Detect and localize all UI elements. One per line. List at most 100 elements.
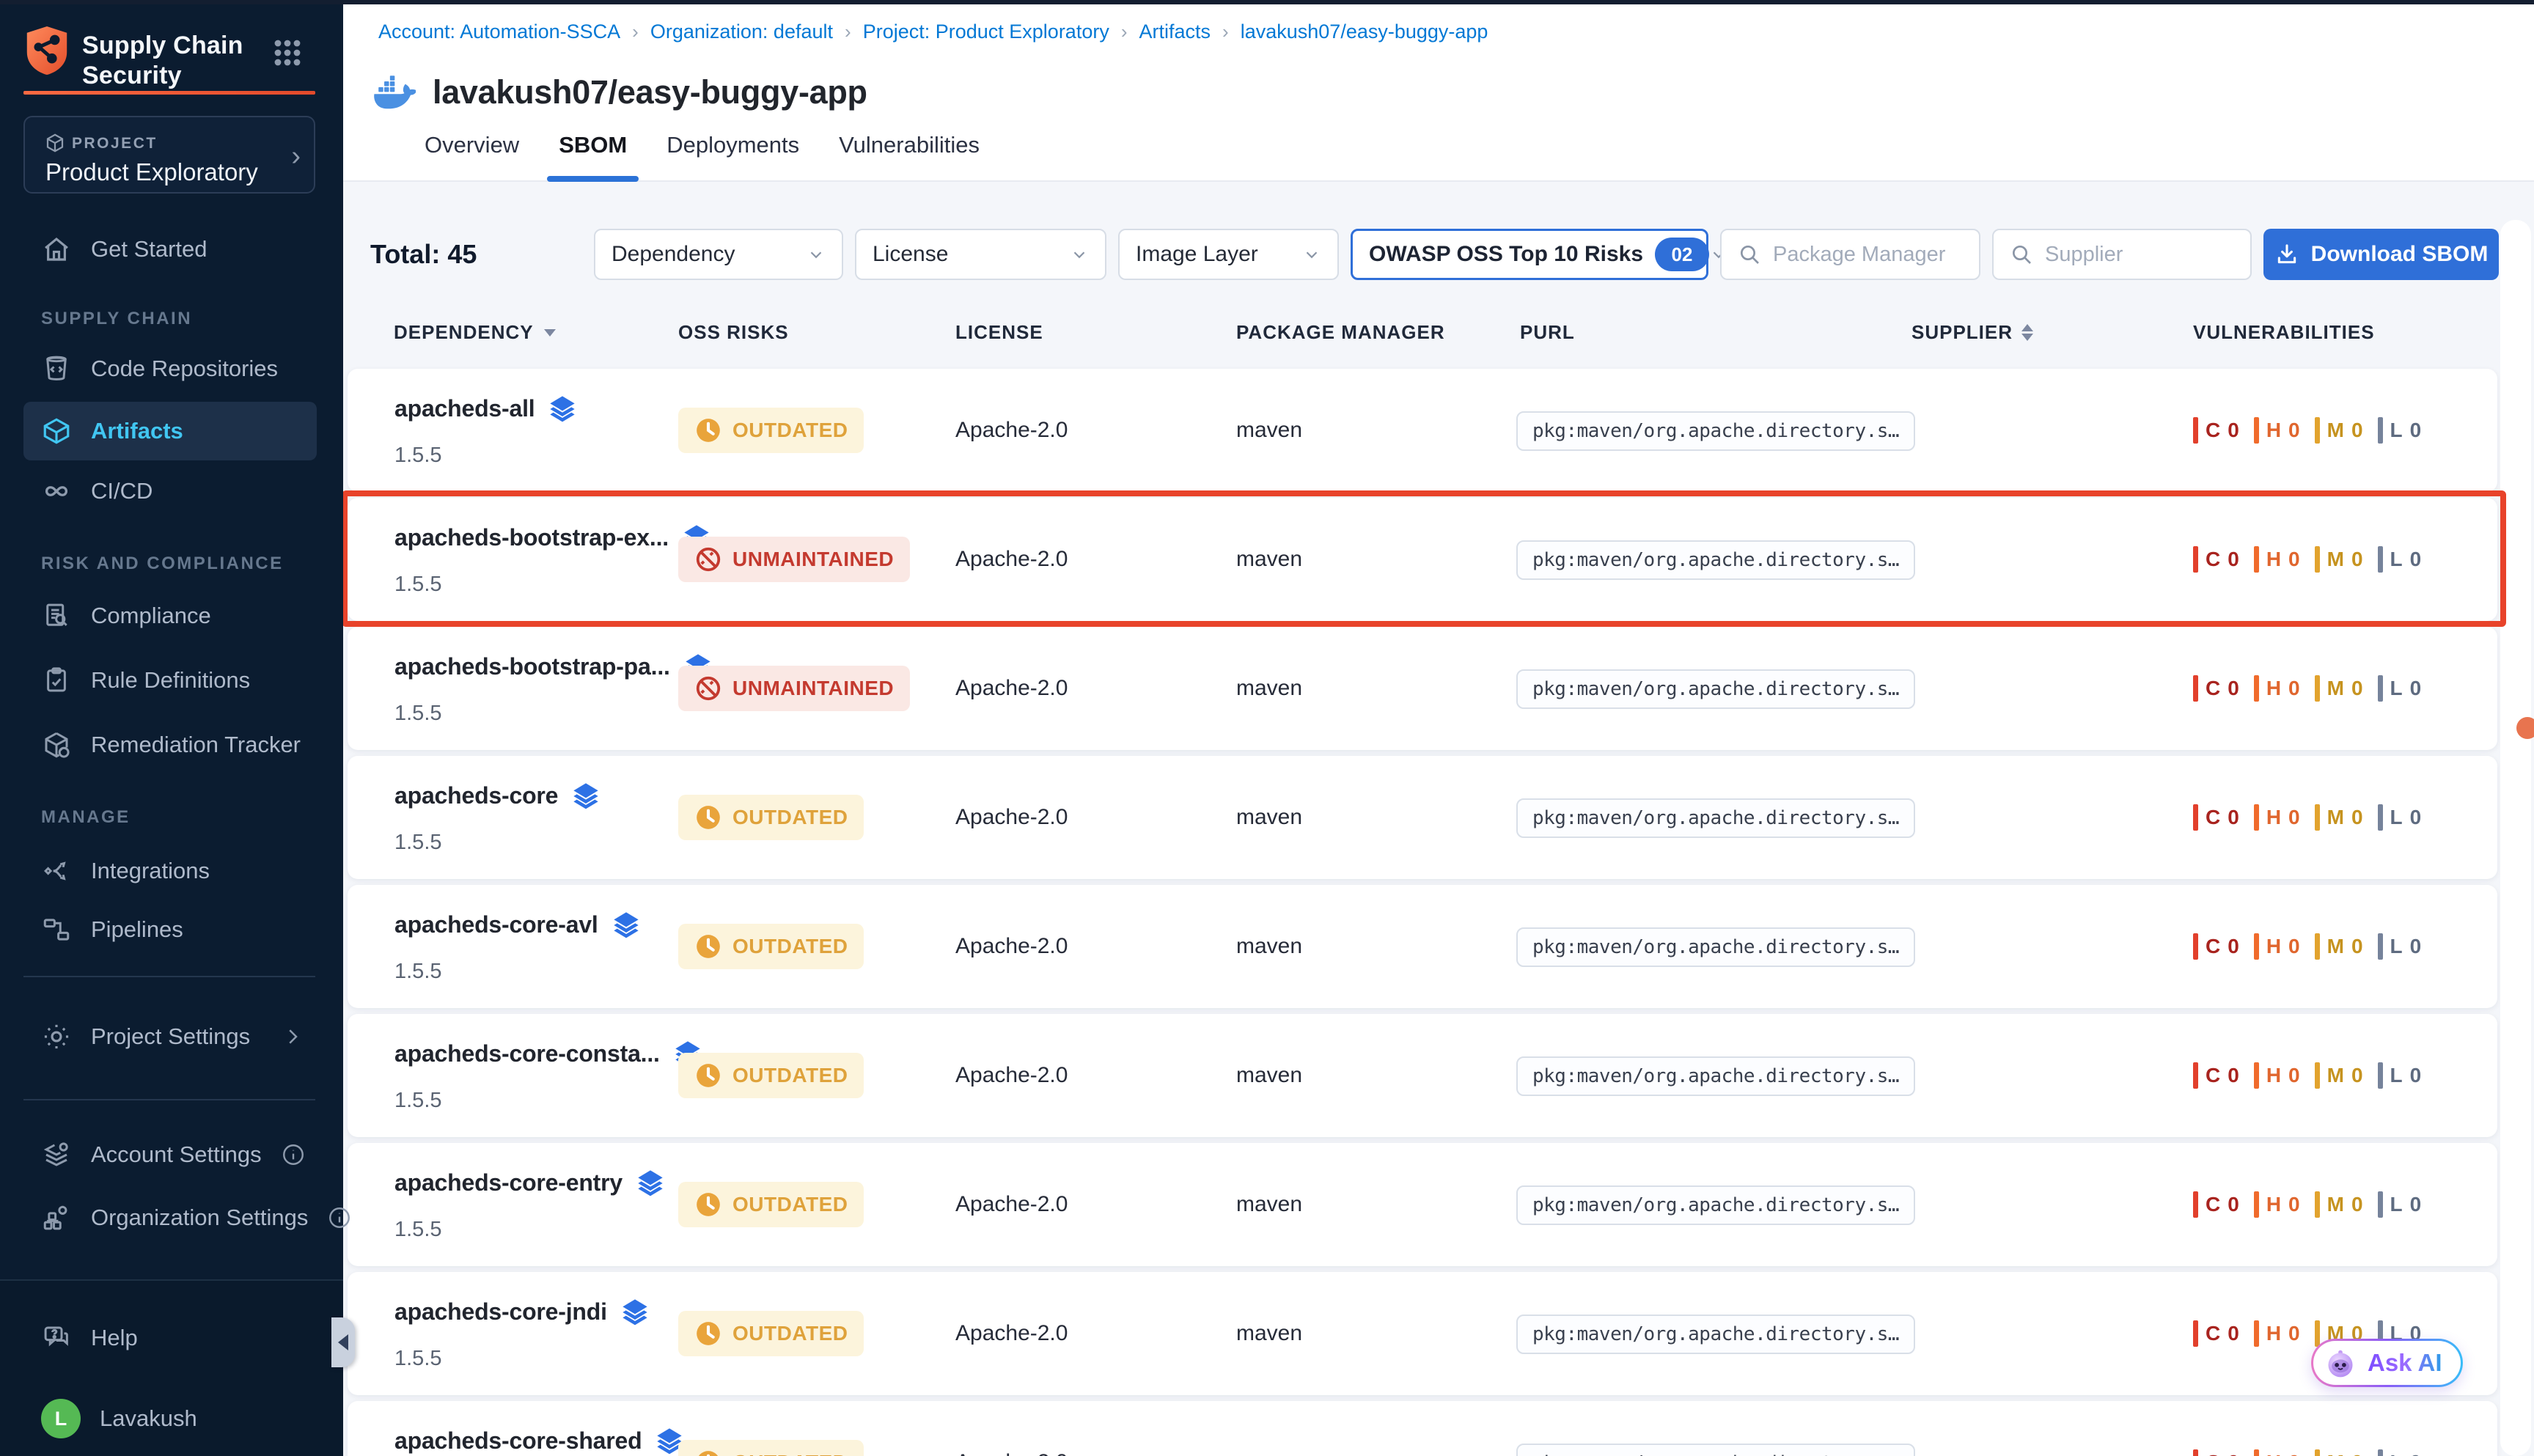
project-cube-icon (44, 132, 66, 154)
table-row[interactable]: apacheds-core-consta... 1.5.5 OUTDATED A… (348, 1014, 2497, 1137)
collapse-arrow-icon (338, 1334, 348, 1350)
ask-ai-label: Ask AI (2368, 1349, 2442, 1377)
sidebar-item-remediation-tracker[interactable]: Remediation Tracker (23, 721, 317, 768)
owasp-oss-risks-filter[interactable]: OWASP OSS Top 10 Risks 02 (1351, 229, 1708, 280)
home-icon (41, 234, 72, 265)
purl-chip[interactable]: pkg:maven/org.apache.directory.s… (1516, 669, 1915, 709)
high-bar-icon (2254, 933, 2259, 960)
breadcrumb-project[interactable]: Project: Product Exploratory (863, 21, 1109, 43)
package-manager-cell: maven (1236, 934, 1302, 959)
medium-count: M0 (2315, 933, 2363, 960)
sidebar-collapse-handle[interactable] (331, 1317, 355, 1367)
oss-risk-label: OUTDATED (732, 806, 848, 829)
high-count: H0 (2254, 933, 2300, 960)
shield-logo-icon (23, 25, 70, 76)
sidebar-item-code-repositories[interactable]: Code Repositories (23, 345, 317, 392)
dependency-name: apacheds-core-shared (394, 1427, 642, 1455)
purl-chip[interactable]: pkg:maven/org.apache.directory.s… (1516, 1185, 1915, 1225)
oss-risk-cell: OUTDATED (678, 408, 864, 453)
table-row[interactable]: apacheds-core 1.5.5 OUTDATED Apache-2.0 … (348, 756, 2497, 879)
critical-bar-icon (2193, 1062, 2198, 1089)
tab-vulnerabilities[interactable]: Vulnerabilities (834, 110, 984, 180)
org-chart-gear-icon (41, 1202, 72, 1233)
table-row[interactable]: apacheds-bootstrap-ex... 1.5.5 UNMAINTAI… (348, 498, 2497, 621)
purl-chip[interactable]: pkg:maven/org.apache.directory.s… (1516, 411, 1915, 451)
low-count: L0 (2378, 546, 2422, 573)
table-row[interactable]: apacheds-bootstrap-pa... 1.5.5 UNMAINTAI… (348, 627, 2497, 750)
sidebar-item-account-settings[interactable]: Account Settings (23, 1131, 317, 1178)
download-icon (2274, 242, 2299, 267)
image-layer-filter-select[interactable]: Image Layer (1118, 229, 1339, 280)
breadcrumb-account[interactable]: Account: Automation-SSCA (378, 21, 620, 43)
breadcrumb-separator: › (632, 21, 639, 43)
table-row[interactable]: apacheds-core-shared 1.5.5 OUTDATED Apac… (348, 1401, 2497, 1456)
high-bar-icon (2254, 417, 2259, 444)
purl-chip[interactable]: pkg:maven/org.apache.directory.s… (1516, 798, 1915, 838)
project-selector[interactable]: PROJECT Product Exploratory › (23, 116, 315, 194)
chevron-down-icon (1302, 245, 1321, 264)
sidebar-item-artifacts[interactable]: Artifacts (23, 402, 317, 460)
sidebar-item-integrations[interactable]: Integrations (23, 848, 317, 894)
critical-bar-icon (2193, 546, 2198, 573)
outdated-clock-icon (694, 1062, 722, 1089)
purl-chip[interactable]: pkg:maven/org.apache.directory.s… (1516, 1444, 1915, 1456)
column-header-license: LICENSE (955, 321, 1043, 344)
sidebar-item-organization-settings[interactable]: Organization Settings (23, 1194, 317, 1241)
module-grid-icon[interactable] (274, 40, 301, 66)
low-count: L0 (2378, 1191, 2422, 1218)
sidebar-item-get-started[interactable]: Get Started (23, 226, 317, 273)
package-manager-search-input[interactable] (1771, 242, 1963, 268)
purl-chip[interactable]: pkg:maven/org.apache.directory.s… (1516, 1315, 1915, 1354)
breadcrumb-organization[interactable]: Organization: default (650, 21, 833, 43)
license-cell: Apache-2.0 (955, 418, 1068, 443)
purl-chip[interactable]: pkg:maven/org.apache.directory.s… (1516, 1056, 1915, 1096)
table-row[interactable]: apacheds-core-jndi 1.5.5 OUTDATED Apache… (348, 1272, 2497, 1395)
user-menu[interactable]: L Lavakush (23, 1395, 317, 1442)
tab-bar: Overview SBOM Deployments Vulnerabilitie… (343, 110, 2534, 182)
vulnerability-counts: C0 H0 M0 L0 (2193, 1191, 2421, 1218)
sidebar-item-label: Code Repositories (91, 356, 278, 382)
sidebar-item-rule-definitions[interactable]: Rule Definitions (23, 657, 317, 704)
layers-icon (571, 781, 601, 810)
tab-deployments[interactable]: Deployments (662, 110, 804, 180)
table-row[interactable]: apacheds-all 1.5.5 OUTDATED Apache-2.0 m… (348, 369, 2497, 492)
sidebar-item-cicd[interactable]: CI/CD (23, 468, 317, 515)
sidebar-item-help[interactable]: Help (23, 1315, 317, 1361)
tab-sbom[interactable]: SBOM (554, 110, 631, 180)
high-bar-icon (2254, 804, 2259, 831)
medium-count: M0 (2315, 1449, 2363, 1456)
sidebar-item-project-settings[interactable]: Project Settings (23, 1013, 317, 1060)
low-bar-icon (2378, 804, 2383, 831)
oss-risk-badge: OUTDATED (678, 924, 864, 969)
breadcrumb-artifact-name[interactable]: lavakush07/easy-buggy-app (1241, 21, 1488, 43)
dependency-version: 1.5.5 (394, 444, 442, 468)
info-icon[interactable] (327, 1205, 352, 1230)
medium-count: M0 (2315, 1191, 2363, 1218)
tab-overview[interactable]: Overview (420, 110, 524, 180)
critical-count: C0 (2193, 1062, 2239, 1089)
sidebar-item-label: Account Settings (91, 1141, 262, 1168)
accent-divider (23, 91, 315, 95)
scrollbar[interactable] (2500, 220, 2531, 1456)
critical-count: C0 (2193, 675, 2239, 702)
dependency-version: 1.5.5 (394, 1089, 442, 1113)
ask-ai-button[interactable]: Ask AI (2311, 1339, 2463, 1387)
download-sbom-button[interactable]: Download SBOM (2263, 229, 2499, 280)
docker-icon (374, 76, 416, 109)
purl-chip[interactable]: pkg:maven/org.apache.directory.s… (1516, 540, 1915, 580)
info-icon[interactable] (281, 1142, 306, 1167)
dependency-filter-select[interactable]: Dependency (594, 229, 843, 280)
supplier-search-input[interactable] (2043, 242, 2234, 268)
table-row[interactable]: apacheds-core-entry 1.5.5 OUTDATED Apach… (348, 1143, 2497, 1266)
package-manager-cell: maven (1236, 676, 1302, 701)
license-filter-select[interactable]: License (855, 229, 1106, 280)
vulnerability-counts: C0 H0 M0 L0 (2193, 1449, 2421, 1456)
sidebar-item-compliance[interactable]: Compliance (23, 592, 317, 639)
sort-both-icon (2021, 324, 2033, 341)
purl-chip[interactable]: pkg:maven/org.apache.directory.s… (1516, 927, 1915, 967)
table-row[interactable]: apacheds-core-avl 1.5.5 OUTDATED Apache-… (348, 885, 2497, 1008)
sidebar-item-pipelines[interactable]: Pipelines (23, 906, 317, 953)
breadcrumb-artifacts[interactable]: Artifacts (1139, 21, 1211, 43)
column-header-supplier[interactable]: SUPPLIER (1911, 321, 2033, 344)
column-header-dependency[interactable]: DEPENDENCY (394, 321, 557, 344)
